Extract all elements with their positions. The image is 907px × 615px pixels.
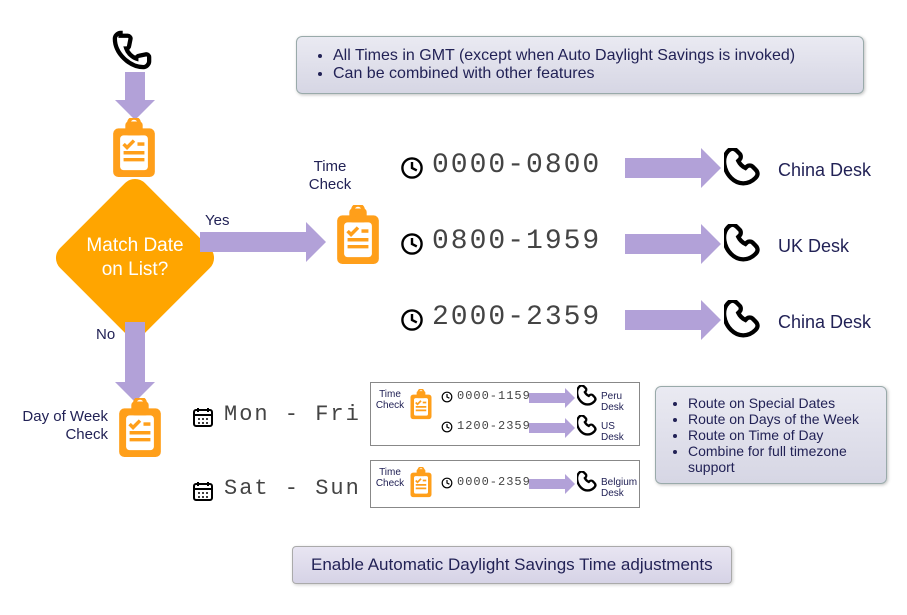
clock-icon-3 bbox=[400, 308, 424, 332]
arrow-route-2 bbox=[625, 234, 703, 254]
mini1-arrow-2 bbox=[529, 423, 565, 433]
time-check-label: Time Check bbox=[300, 158, 360, 194]
arrow-right-yes bbox=[200, 232, 308, 252]
mini-time-check-1: Time Check bbox=[375, 389, 405, 411]
top-notes-panel: All Times in GMT (except when Auto Dayli… bbox=[296, 36, 864, 94]
dow-days-1: Mon - Fri bbox=[224, 402, 361, 427]
right-note-2: Route on Days of the Week bbox=[688, 411, 876, 427]
handset-icon-2 bbox=[724, 224, 764, 264]
edge-yes-label: Yes bbox=[205, 212, 229, 229]
edge-no-label: No bbox=[96, 326, 115, 343]
right-note-4: Combine for full timezone support bbox=[688, 443, 876, 475]
mini1-range-1: 0000-1159 bbox=[457, 389, 531, 403]
decision-line1: Match Date bbox=[86, 234, 183, 258]
time-range-2: 0800-1959 bbox=[432, 226, 601, 257]
arrow-route-3 bbox=[625, 310, 703, 330]
clock-icon-1 bbox=[400, 156, 424, 180]
dow-days-2: Sat - Sun bbox=[224, 476, 361, 501]
dow-minibox-1: Time Check 0000-1159 Peru Desk 1200-2359… bbox=[370, 382, 640, 446]
mini2-arrow-1 bbox=[529, 479, 565, 489]
dest-2: UK Desk bbox=[778, 236, 849, 258]
time-range-3: 2000-2359 bbox=[432, 302, 601, 333]
mini2-range-1: 0000-2359 bbox=[457, 475, 531, 489]
arrow-down-no bbox=[125, 322, 145, 384]
right-note-1: Route on Special Dates bbox=[688, 395, 876, 411]
calendar-icon-2 bbox=[192, 480, 214, 502]
handset-icon-1 bbox=[724, 148, 764, 188]
dow-check-label: Day of Week Check bbox=[20, 408, 108, 444]
mini1-dest-2: US Desk bbox=[601, 421, 639, 443]
time-range-1: 0000-0800 bbox=[432, 150, 601, 181]
mini2-dest-1: Belgium Desk bbox=[601, 477, 639, 499]
top-note-1: All Times in GMT (except when Auto Dayli… bbox=[333, 47, 849, 65]
incoming-call-icon bbox=[112, 30, 152, 70]
dow-clipboard-icon bbox=[112, 398, 168, 464]
mini-time-check-2: Time Check bbox=[375, 467, 405, 489]
dow-minibox-2: Time Check 0000-2359 Belgium Desk bbox=[370, 460, 640, 508]
handset-icon-3 bbox=[724, 300, 764, 340]
clock-icon-2 bbox=[400, 232, 424, 256]
time-check-clipboard-icon bbox=[330, 205, 386, 271]
decision-line2: on List? bbox=[102, 258, 169, 282]
date-list-clipboard-icon bbox=[106, 118, 162, 184]
mini1-arrow-1 bbox=[529, 393, 565, 403]
top-note-2: Can be combined with other features bbox=[333, 65, 849, 83]
right-notes-panel: Route on Special Dates Route on Days of … bbox=[655, 386, 887, 484]
daylight-savings-button[interactable]: Enable Automatic Daylight Savings Time a… bbox=[292, 546, 732, 584]
arrow-down-1 bbox=[125, 72, 145, 102]
dest-3: China Desk bbox=[778, 312, 871, 334]
mini1-dest-1: Peru Desk bbox=[601, 391, 639, 413]
dest-1: China Desk bbox=[778, 160, 871, 182]
arrow-route-1 bbox=[625, 158, 703, 178]
mini1-range-2: 1200-2359 bbox=[457, 419, 531, 433]
match-date-decision: Match Date on List? bbox=[75, 198, 195, 318]
calendar-icon-1 bbox=[192, 406, 214, 428]
right-note-3: Route on Time of Day bbox=[688, 427, 876, 443]
